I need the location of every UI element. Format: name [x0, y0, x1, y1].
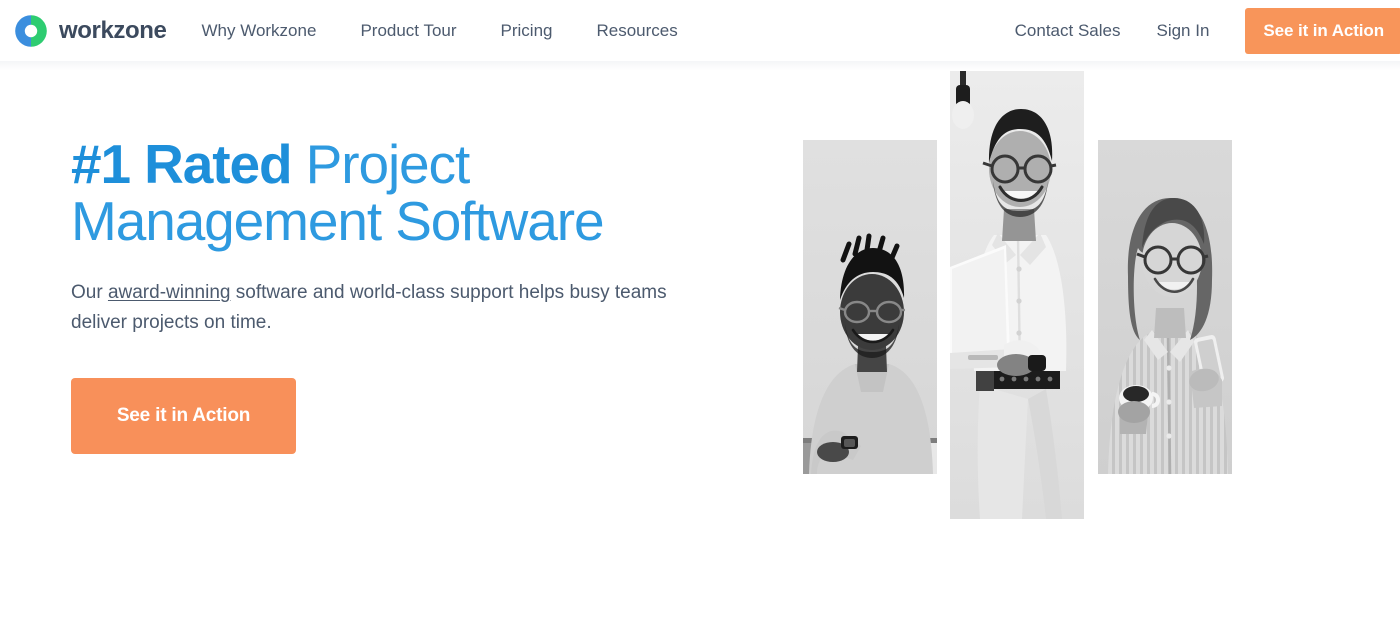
header-see-it-in-action-button[interactable]: See it in Action [1245, 7, 1400, 54]
hero-title-emphasis: #1 Rated [71, 133, 293, 195]
nav-item-pricing[interactable]: Pricing [501, 22, 553, 39]
photo-woman-phone-right [1098, 140, 1232, 474]
header-bottom-shadow [0, 61, 1400, 71]
nav-item-resources[interactable]: Resources [596, 22, 677, 39]
photo-man-laptop-left [803, 140, 937, 474]
workzone-ring-logo-icon [14, 14, 48, 48]
hero-copy-block: #1 Rated Project Management Software Our… [71, 133, 711, 337]
photo-man-standing-center [950, 69, 1084, 519]
landing-page: workzone Why Workzone Product Tour Prici… [0, 0, 1400, 625]
secondary-navigation: Contact Sales Sign In See it in Action [1015, 0, 1400, 61]
hero-title: #1 Rated Project Management Software [71, 133, 711, 250]
hero-section: #1 Rated Project Management Software Our… [0, 61, 1400, 625]
hero-subtitle-prefix: Our [71, 282, 108, 304]
site-header: workzone Why Workzone Product Tour Prici… [0, 0, 1400, 61]
nav-item-contact-sales[interactable]: Contact Sales [1015, 22, 1121, 39]
nav-item-sign-in[interactable]: Sign In [1156, 22, 1209, 39]
nav-item-product-tour[interactable]: Product Tour [360, 22, 456, 39]
hero-see-it-in-action-button[interactable]: See it in Action [71, 378, 296, 454]
hero-image-collage [803, 69, 1243, 549]
primary-navigation: Why Workzone Product Tour Pricing Resour… [201, 22, 677, 39]
hero-subtitle: Our award-winning software and world-cla… [71, 278, 671, 337]
brand-logo-link[interactable]: workzone [14, 14, 167, 48]
brand-wordmark: workzone [59, 16, 167, 44]
award-winning-link[interactable]: award-winning [108, 282, 231, 303]
nav-item-why-workzone[interactable]: Why Workzone [201, 22, 316, 39]
